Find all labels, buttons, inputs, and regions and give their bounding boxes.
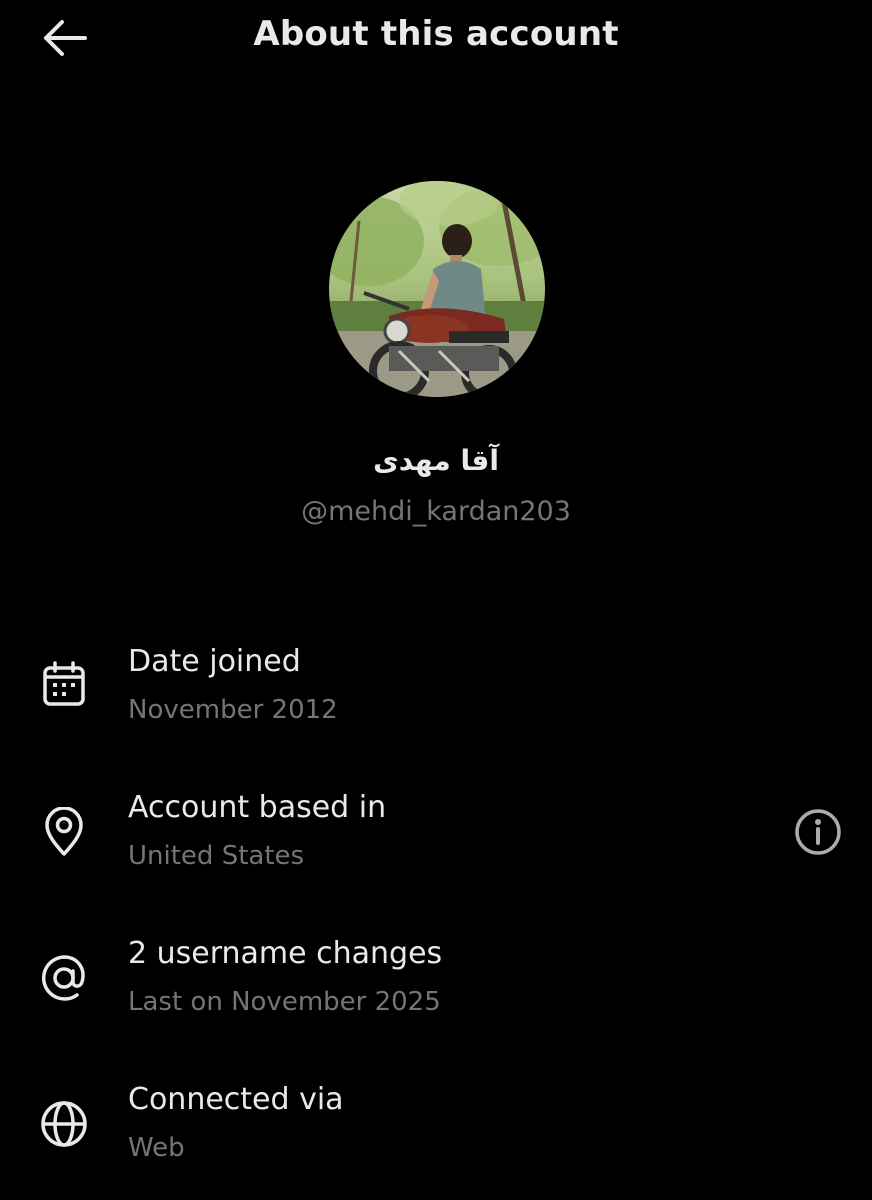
username-changes-row: 2 username changes Last on November 2025 (0, 932, 872, 1042)
date-joined-row: Date joined November 2012 (0, 640, 872, 750)
calendar-icon (36, 656, 92, 712)
username-changes-title: 2 username changes (128, 936, 443, 971)
globe-icon (36, 1096, 92, 1152)
at-sign-icon (36, 950, 92, 1006)
display-name: آقا مهدی (373, 444, 499, 477)
connected-via-title: Connected via (128, 1082, 344, 1117)
top-bar: About this account (0, 0, 872, 76)
page-title: About this account (253, 14, 619, 54)
location-pin-icon (36, 804, 92, 860)
account-based-in-value: United States (128, 841, 305, 871)
date-joined-value: November 2012 (128, 695, 338, 725)
date-joined-title: Date joined (128, 644, 301, 679)
info-button[interactable] (790, 804, 846, 860)
avatar-image (329, 181, 545, 397)
about-account-screen: About this account آقا مهدی @mehdi_karda… (0, 0, 872, 1200)
connected-via-value: Web (128, 1133, 185, 1163)
account-based-in-title: Account based in (128, 790, 387, 825)
account-based-in-row: Account based in United States (0, 786, 872, 896)
connected-via-row: Connected via Web (0, 1078, 872, 1188)
info-icon (795, 809, 841, 855)
username-changes-value: Last on November 2025 (128, 987, 441, 1017)
avatar[interactable] (329, 181, 545, 397)
username-handle: @mehdi_kardan203 (301, 496, 571, 527)
